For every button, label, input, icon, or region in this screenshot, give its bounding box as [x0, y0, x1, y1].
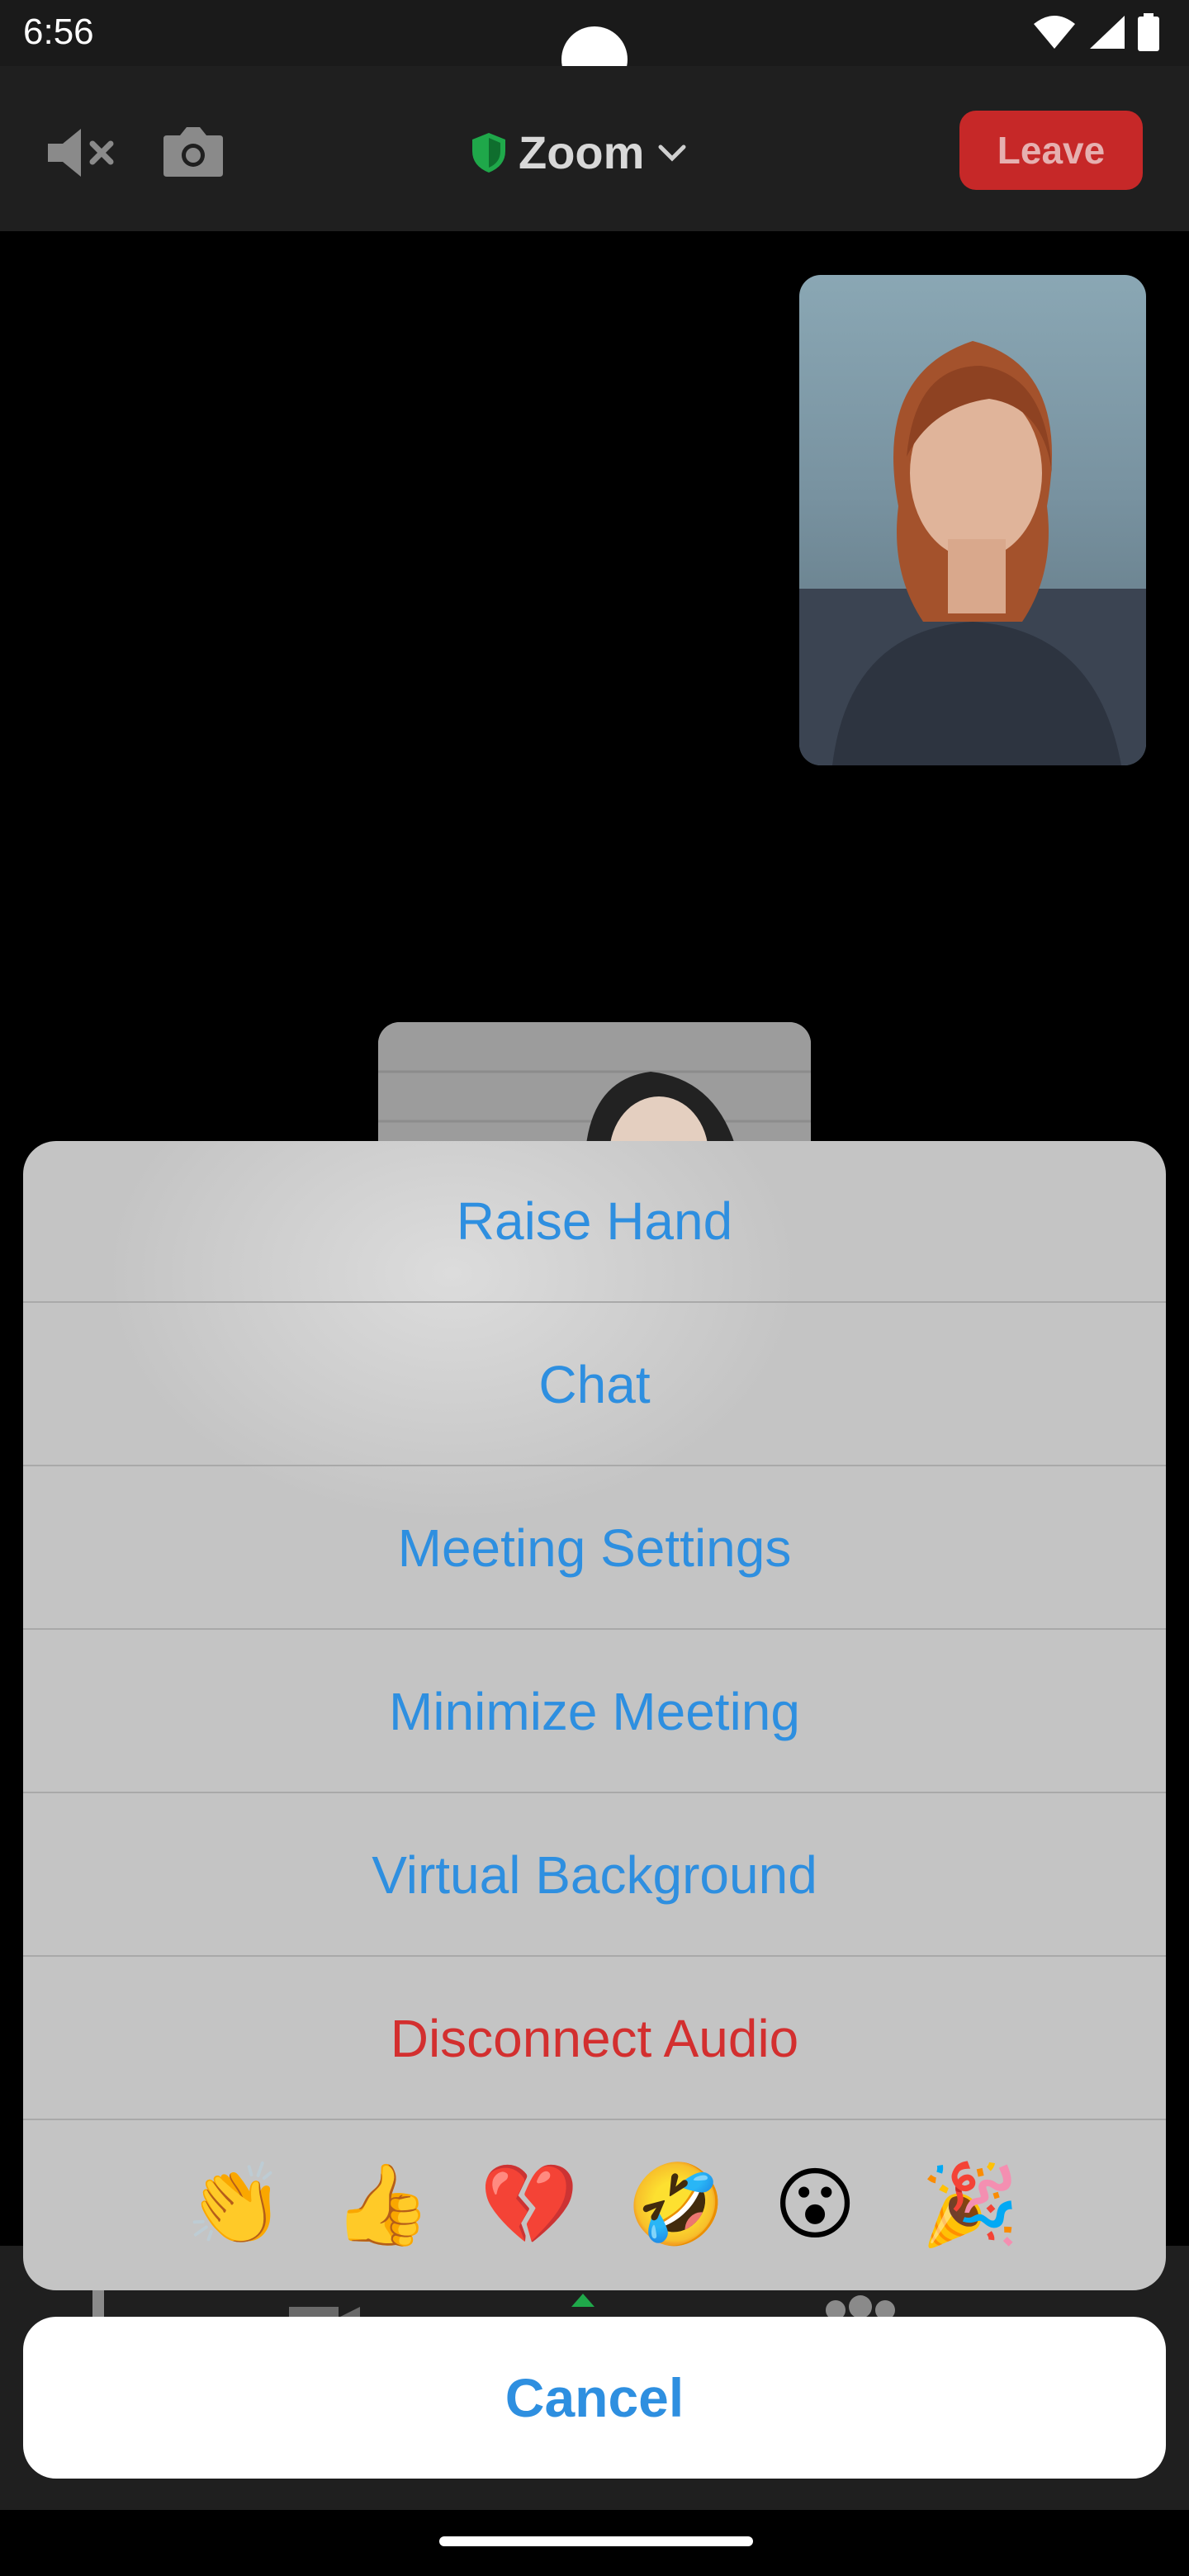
reaction-emoji-row: 👏 👍 💔 🤣 😮 🎉: [23, 2119, 1166, 2290]
status-bar: 6:56: [0, 0, 1189, 92]
wifi-icon: [1034, 16, 1075, 49]
raise-hand-button[interactable]: Raise Hand: [23, 1141, 1166, 1303]
share-icon[interactable]: [566, 2292, 599, 2317]
home-indicator[interactable]: [439, 2536, 753, 2546]
participant-video-1[interactable]: [799, 275, 1146, 765]
minimize-meeting-button[interactable]: Minimize Meeting: [23, 1631, 1166, 1793]
battery-icon: [1138, 13, 1159, 51]
speaker-muted-icon[interactable]: [45, 124, 119, 182]
virtual-background-button[interactable]: Virtual Background: [23, 1795, 1166, 1957]
leave-button[interactable]: Leave: [959, 111, 1143, 190]
thumbs-up-reaction-icon[interactable]: 👍: [333, 2158, 432, 2252]
chat-button[interactable]: Chat: [23, 1305, 1166, 1466]
participant-portrait-1: [799, 341, 1146, 765]
shield-icon: [472, 132, 505, 173]
meeting-settings-button[interactable]: Meeting Settings: [23, 1468, 1166, 1630]
audio-icon[interactable]: [86, 2287, 111, 2320]
laughing-reaction-icon[interactable]: 🤣: [627, 2158, 726, 2252]
disconnect-audio-button[interactable]: Disconnect Audio: [23, 1958, 1166, 2120]
party-reaction-icon[interactable]: 🎉: [921, 2158, 1020, 2252]
status-time: 6:56: [23, 12, 94, 52]
clap-reaction-icon[interactable]: 👏: [186, 2158, 285, 2252]
meeting-title-text: Zoom: [519, 126, 645, 178]
signal-icon: [1090, 16, 1125, 49]
meeting-top-toolbar: Zoom Leave: [0, 66, 1189, 231]
broken-heart-reaction-icon[interactable]: 💔: [480, 2158, 579, 2252]
status-icons: [1032, 13, 1159, 51]
cancel-button[interactable]: Cancel: [23, 2317, 1166, 2479]
switch-camera-icon[interactable]: [162, 124, 225, 178]
surprised-reaction-icon[interactable]: 😮: [774, 2158, 856, 2251]
meeting-title[interactable]: Zoom: [471, 125, 689, 179]
chevron-down-icon: [658, 144, 686, 162]
more-options-action-sheet: Raise Hand Chat Meeting Settings Minimiz…: [23, 1141, 1166, 2290]
